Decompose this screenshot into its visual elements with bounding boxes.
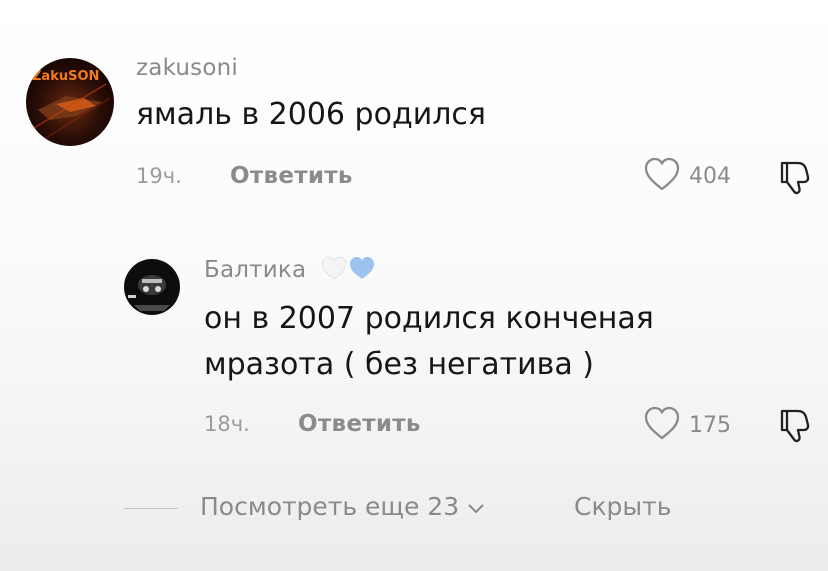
- reply-button[interactable]: Ответить: [298, 411, 421, 437]
- avatar-zakusoni[interactable]: ZakuSON: [26, 58, 114, 146]
- avatar-baltika[interactable]: [124, 259, 180, 315]
- thumbs-down-icon[interactable]: [776, 405, 814, 449]
- chevron-down-icon: [467, 492, 485, 521]
- comment-text: ямаль в 2006 родился: [136, 92, 486, 138]
- white-heart-icon: [320, 255, 348, 285]
- like-button[interactable]: 404: [643, 156, 731, 196]
- comment-username[interactable]: Балтика: [204, 255, 376, 285]
- comment-text-line: ямаль в 2006 родился: [136, 97, 486, 132]
- avatar-logo-text: ZakuSON: [32, 69, 99, 84]
- like-count: 175: [689, 412, 731, 438]
- view-more-label: Посмотреть еще 23: [200, 492, 460, 521]
- comment-username-text: Балтика: [204, 257, 307, 283]
- replies-divider: [124, 508, 178, 509]
- view-more-replies-button[interactable]: Посмотреть еще 23: [200, 492, 485, 521]
- hide-replies-button[interactable]: Скрыть: [574, 492, 671, 521]
- blue-heart-icon: [348, 255, 376, 285]
- comment-username[interactable]: zakusoni: [136, 55, 238, 81]
- comment-text-line: он в 2007 родился конченая: [204, 301, 654, 336]
- comment-time: 19ч.: [136, 164, 182, 188]
- heart-outline-icon: [643, 156, 681, 196]
- thumbs-down-icon[interactable]: [776, 157, 814, 201]
- comment-text: он в 2007 родился конченая мразота ( без…: [204, 296, 654, 388]
- like-count: 404: [689, 163, 731, 189]
- comment-text-line: мразота ( без негатива ): [204, 347, 594, 382]
- comment-time: 18ч.: [204, 412, 250, 436]
- reply-button[interactable]: Ответить: [230, 163, 353, 189]
- heart-outline-icon: [643, 405, 681, 445]
- like-button[interactable]: 175: [643, 405, 731, 445]
